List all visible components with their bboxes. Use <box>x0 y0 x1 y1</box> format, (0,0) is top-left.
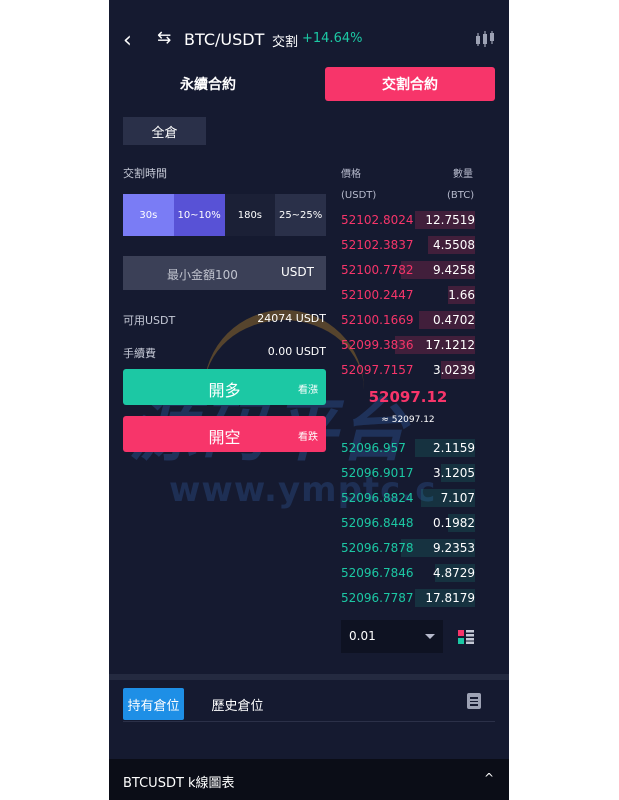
ask-qty: 3.0239 <box>433 363 475 377</box>
amount-input[interactable]: 最小金額100 USDT <box>123 256 326 290</box>
time-option-range-10[interactable]: 10~10% <box>173 194 225 236</box>
open-short-button[interactable]: 開空 看跌 <box>123 416 326 452</box>
orderbook-qty-unit: (BTC) <box>447 190 475 201</box>
ask-row[interactable]: 52102.3837 4.5508 <box>341 236 475 254</box>
bid-price: 52096.7787 <box>341 591 414 605</box>
fee-label: 手續費 <box>123 347 156 360</box>
bid-qty: 7.107 <box>440 491 475 505</box>
available-label: 可用USDT <box>123 314 176 327</box>
bid-row[interactable]: 52096.7846 4.8729 <box>341 564 475 582</box>
ask-row[interactable]: 52100.7782 9.4258 <box>341 261 475 279</box>
kline-chart-label: BTCUSDT k線圖表 <box>123 776 235 791</box>
open-long-sub: 看漲 <box>298 385 318 396</box>
header: ‹ ⇆ BTC/USDT 交割 +14.64% <box>109 22 509 58</box>
time-option-range-25[interactable]: 25~25% <box>275 194 326 236</box>
bid-price: 52096.8824 <box>341 491 414 505</box>
time-options: 30s 10~10% 180s 25~25% <box>123 194 326 236</box>
ask-qty: 17.1212 <box>425 338 475 352</box>
orderbook-price-label: 價格 <box>341 169 361 180</box>
bid-price: 52096.7846 <box>341 566 414 580</box>
ask-qty: 12.7519 <box>425 213 475 227</box>
bid-qty: 3.1205 <box>433 466 475 480</box>
ask-row[interactable]: 52100.2447 1.66 <box>341 286 475 304</box>
open-short-label: 開空 <box>208 428 241 447</box>
ask-row[interactable]: 52099.3836 17.1212 <box>341 336 475 354</box>
bid-price: 52096.957 <box>341 441 406 455</box>
tab-position-history[interactable]: 歷史倉位 <box>207 688 268 720</box>
chevron-down-icon <box>425 634 435 639</box>
ask-price: 52102.3837 <box>341 238 414 252</box>
ask-price: 52100.7782 <box>341 263 414 277</box>
bid-row[interactable]: 52096.9017 3.1205 <box>341 464 475 482</box>
bid-qty: 17.8179 <box>425 591 475 605</box>
tab-open-positions[interactable]: 持有倉位 <box>123 688 184 720</box>
open-short-sub: 看跌 <box>298 432 318 443</box>
available-row: 可用USDT 24074 USDT <box>123 312 326 328</box>
document-icon[interactable] <box>467 693 481 709</box>
bid-qty: 4.8729 <box>433 566 475 580</box>
time-option-30s[interactable]: 30s <box>123 194 174 236</box>
bid-qty: 2.1159 <box>433 441 475 455</box>
ask-row[interactable]: 52097.7157 3.0239 <box>341 361 475 379</box>
orderbook-layout-icon[interactable] <box>458 630 474 644</box>
bid-qty: 9.2353 <box>433 541 475 555</box>
open-long-label: 開多 <box>208 381 241 400</box>
amount-unit: USDT <box>281 265 314 279</box>
swap-arrows-icon[interactable]: ⇆ <box>157 28 171 48</box>
bid-price: 52096.8448 <box>341 516 414 530</box>
orderbook-price-unit: (USDT) <box>341 190 377 201</box>
open-long-button[interactable]: 開多 看漲 <box>123 369 326 405</box>
chevron-up-icon[interactable]: ^ <box>484 771 494 785</box>
last-price: 52097.12 <box>368 388 448 406</box>
ask-qty: 9.4258 <box>433 263 475 277</box>
pair-title[interactable]: BTC/USDT <box>184 30 264 49</box>
contract-type: 交割 <box>272 35 299 50</box>
bid-row[interactable]: 52096.957 2.1159 <box>341 439 475 457</box>
ask-row[interactable]: 52102.8024 12.7519 <box>341 211 475 229</box>
time-option-180s[interactable]: 180s <box>224 194 276 236</box>
tab-delivery[interactable]: 交割合約 <box>325 67 495 101</box>
bid-row[interactable]: 52096.8448 0.1982 <box>341 514 475 532</box>
ask-price: 52102.8024 <box>341 213 414 227</box>
amount-placeholder: 最小金額100 <box>167 268 238 282</box>
ask-price: 52099.3836 <box>341 338 414 352</box>
precision-select[interactable]: 0.01 <box>341 620 443 653</box>
price-change: +14.64% <box>302 31 363 46</box>
orderbook-qty-label: 數量 <box>453 169 473 180</box>
tab-perpetual[interactable]: 永續合約 <box>123 67 293 101</box>
ask-row[interactable]: 52100.1669 0.4702 <box>341 311 475 329</box>
bid-row[interactable]: 52096.7878 9.2353 <box>341 539 475 557</box>
fee-row: 手續費 0.00 USDT <box>123 345 326 361</box>
bid-qty: 0.1982 <box>433 516 475 530</box>
precision-value: 0.01 <box>349 629 376 643</box>
ask-price: 52100.2447 <box>341 288 414 302</box>
app-screen: 源码平台 www.ymptc.c ‹ ⇆ BTC/USDT 交割 +14.64%… <box>109 0 509 800</box>
margin-mode-button[interactable]: 全倉 <box>123 117 206 145</box>
chevron-left-icon[interactable]: ‹ <box>123 28 132 53</box>
ask-qty: 4.5508 <box>433 238 475 252</box>
candlestick-icon[interactable] <box>475 30 495 48</box>
ask-qty: 1.66 <box>448 288 475 302</box>
delivery-time-label: 交割時間 <box>123 167 167 180</box>
kline-chart-bar[interactable]: BTCUSDT k線圖表 ^ <box>109 759 509 800</box>
ask-qty: 0.4702 <box>433 313 475 327</box>
bid-row[interactable]: 52096.8824 7.107 <box>341 489 475 507</box>
section-divider <box>109 674 509 680</box>
bid-price: 52096.9017 <box>341 466 414 480</box>
bid-row[interactable]: 52096.7787 17.8179 <box>341 589 475 607</box>
positions-underline <box>123 721 495 722</box>
last-price-equivalent: ≈ 52097.12 <box>381 415 435 425</box>
ask-price: 52100.1669 <box>341 313 414 327</box>
available-value: 24074 USDT <box>257 312 326 325</box>
fee-value: 0.00 USDT <box>267 345 326 358</box>
ask-price: 52097.7157 <box>341 363 414 377</box>
bid-price: 52096.7878 <box>341 541 414 555</box>
